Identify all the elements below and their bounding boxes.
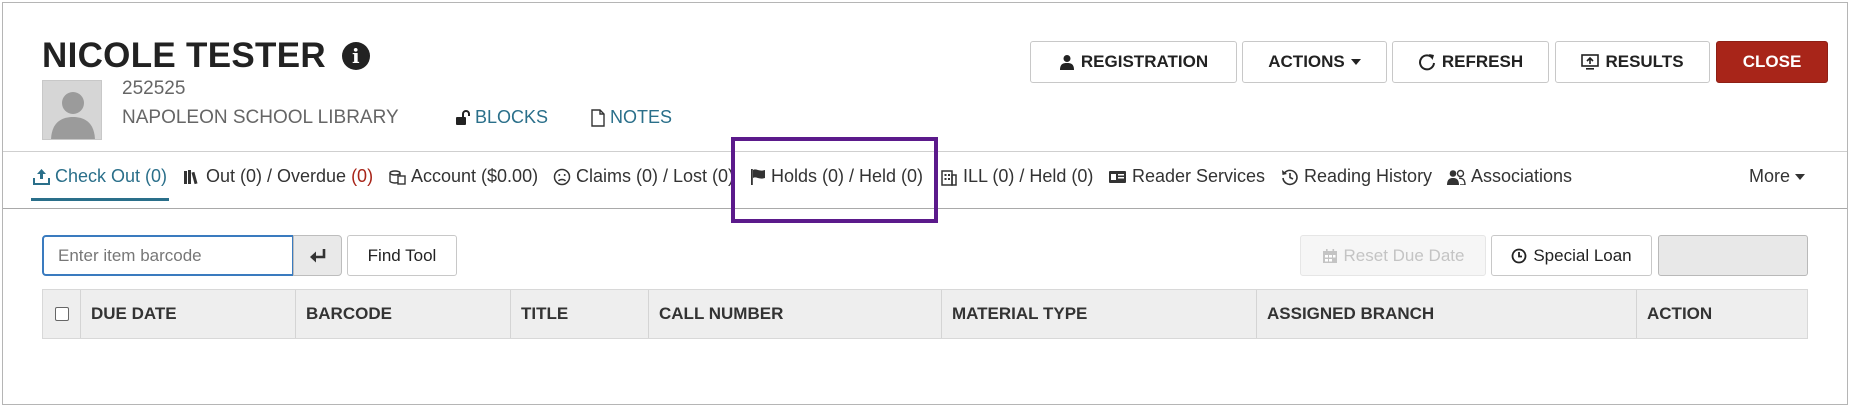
special-loan-button[interactable]: Special Loan [1491, 235, 1652, 276]
tab-out-overdue[interactable]: Out (0) / Overdue (0) [183, 166, 373, 187]
screen-share-icon [1581, 54, 1600, 70]
tab-claims-lost[interactable]: Claims (0) / Lost (0) [553, 166, 734, 187]
blank-action-button[interactable] [1658, 235, 1808, 276]
tab-ill-held-label: ILL (0) / Held (0) [963, 166, 1094, 186]
tab-reader-services-label: Reader Services [1132, 166, 1266, 186]
money-icon [389, 169, 406, 185]
info-icon[interactable]: i [341, 42, 370, 70]
tab-account[interactable]: Account ($0.00) [388, 166, 538, 187]
item-barcode-input[interactable] [42, 235, 294, 276]
registration-label: REGISTRATION [1080, 52, 1209, 71]
calendar-icon [1322, 248, 1337, 263]
actions-label: ACTIONS [1268, 52, 1345, 71]
results-button[interactable]: RESULTS [1555, 41, 1710, 83]
caret-down-icon [1350, 59, 1361, 65]
blocks-label: BLOCKS [475, 107, 549, 127]
reset-due-date-button[interactable]: Reset Due Date [1300, 235, 1486, 276]
select-all-checkbox-cell [43, 290, 80, 338]
upload-icon [33, 169, 50, 185]
items-table-header: DUE DATE BARCODE TITLE CALL NUMBER MATER… [42, 289, 1808, 339]
patron-name-heading: NICOLE TESTER i [42, 36, 370, 76]
select-all-checkbox[interactable] [54, 307, 69, 321]
registration-button[interactable]: REGISTRATION [1030, 41, 1237, 83]
column-header-material-type[interactable]: MATERIAL TYPE [941, 290, 1256, 338]
history-icon [1282, 169, 1298, 185]
tab-check-out-label: Check Out (0) [55, 166, 168, 186]
column-header-due-date[interactable]: DUE DATE [80, 290, 295, 338]
tab-out-overdue-label: Out (0) / Overdue [206, 166, 347, 186]
notes-label: NOTES [610, 107, 673, 127]
document-icon [591, 108, 605, 127]
submit-barcode-button[interactable] [293, 235, 342, 276]
actions-dropdown-button[interactable]: ACTIONS [1242, 41, 1387, 83]
id-card-icon [1109, 170, 1126, 183]
clock-icon [1511, 248, 1527, 263]
tab-reading-history[interactable]: Reading History [1281, 166, 1432, 187]
tab-reader-services[interactable]: Reader Services [1108, 166, 1265, 187]
avatar [42, 80, 102, 140]
tab-associations-label: Associations [1471, 166, 1573, 186]
building-icon [941, 169, 957, 186]
refresh-label: REFRESH [1441, 52, 1524, 71]
users-icon [1447, 169, 1466, 185]
more-tabs-dropdown[interactable]: More [1749, 166, 1806, 187]
user-icon [1059, 55, 1074, 70]
tab-claims-lost-label: Claims (0) / Lost (0) [576, 166, 735, 186]
tab-check-out[interactable]: Check Out (0) [30, 166, 170, 201]
more-label: More [1749, 166, 1791, 186]
column-header-assigned-branch[interactable]: ASSIGNED BRANCH [1256, 290, 1636, 338]
tab-associations[interactable]: Associations [1447, 166, 1572, 187]
blocks-link[interactable]: BLOCKS [455, 107, 548, 128]
close-label: CLOSE [1742, 52, 1802, 71]
patron-name: NICOLE TESTER [42, 36, 326, 75]
patron-branch: NAPOLEON SCHOOL LIBRARY [122, 107, 399, 128]
annotation-highlight-box [731, 137, 938, 223]
tab-reading-history-label: Reading History [1304, 166, 1433, 186]
books-icon [184, 169, 198, 184]
tab-account-label: Account ($0.00) [411, 166, 539, 186]
enter-arrow-icon [309, 248, 325, 262]
column-header-action[interactable]: ACTION [1636, 290, 1807, 338]
find-tool-button[interactable]: Find Tool [347, 235, 457, 276]
results-label: RESULTS [1605, 52, 1684, 71]
overdue-count: (0) [351, 166, 374, 186]
patron-barcode: 252525 [122, 78, 186, 99]
special-loan-label: Special Loan [1533, 245, 1632, 265]
refresh-icon [1418, 54, 1435, 71]
reset-due-date-label: Reset Due Date [1343, 245, 1465, 265]
close-button[interactable]: CLOSE [1716, 41, 1828, 83]
person-placeholder-icon [43, 81, 101, 139]
tab-ill-held[interactable]: ILL (0) / Held (0) [940, 166, 1093, 187]
unlock-icon [456, 109, 470, 125]
column-header-barcode[interactable]: BARCODE [295, 290, 510, 338]
notes-link[interactable]: NOTES [591, 107, 672, 128]
caret-down-icon [1795, 173, 1806, 180]
column-header-title[interactable]: TITLE [510, 290, 648, 338]
frown-icon [553, 168, 571, 185]
column-header-call-number[interactable]: CALL NUMBER [648, 290, 941, 338]
refresh-button[interactable]: REFRESH [1392, 41, 1549, 83]
